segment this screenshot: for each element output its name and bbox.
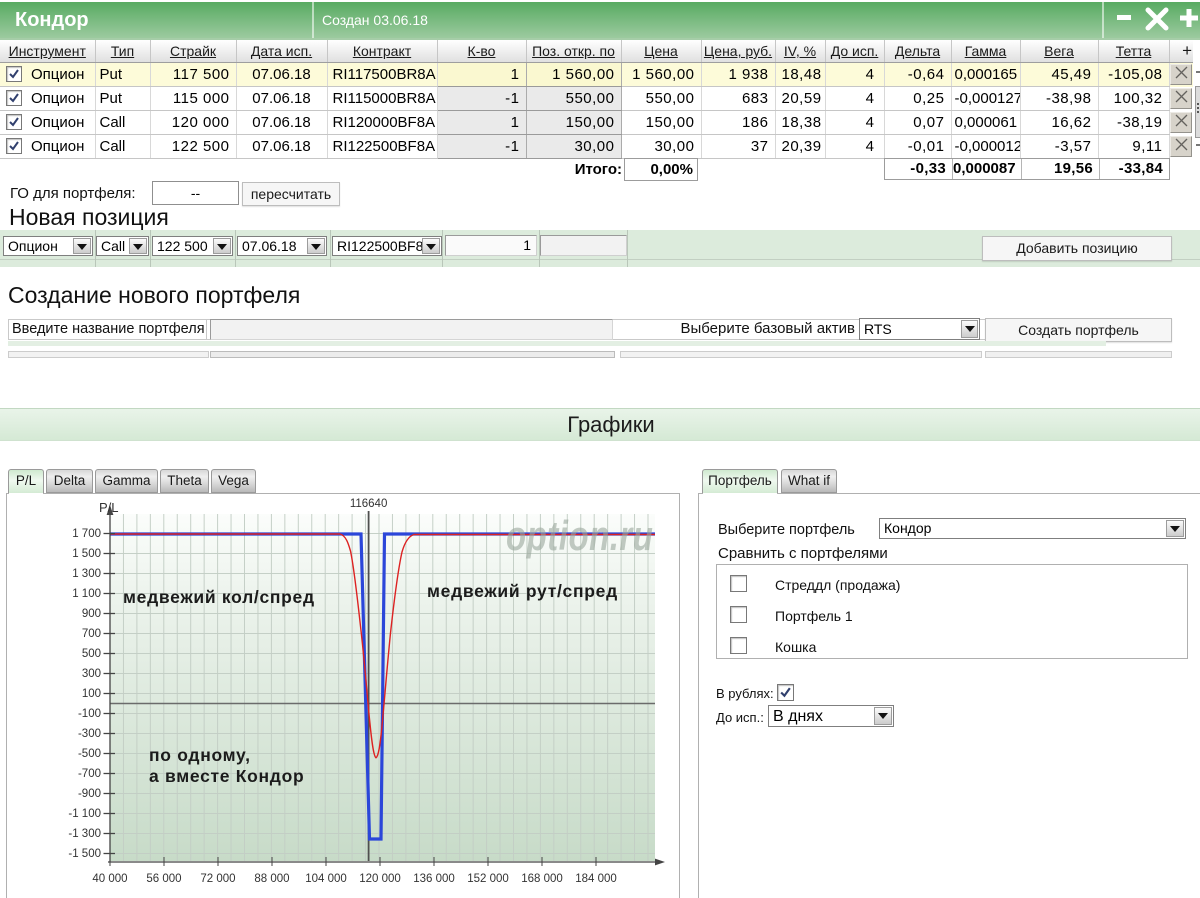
svg-text:104 000: 104 000 xyxy=(305,873,347,885)
svg-text:1 700: 1 700 xyxy=(72,528,101,540)
svg-text:300: 300 xyxy=(82,668,101,680)
svg-text:900: 900 xyxy=(82,608,101,620)
svg-text:-1 300: -1 300 xyxy=(68,828,101,840)
svg-text:-100: -100 xyxy=(78,708,101,720)
svg-text:медвежий рут/спред: медвежий рут/спред xyxy=(427,581,618,601)
svg-text:116640: 116640 xyxy=(350,498,388,510)
svg-text:-300: -300 xyxy=(78,728,101,740)
svg-text:184 000: 184 000 xyxy=(575,873,617,885)
svg-text:168 000: 168 000 xyxy=(521,873,563,885)
svg-text:100: 100 xyxy=(82,688,101,700)
svg-text:120 000: 120 000 xyxy=(359,873,401,885)
svg-text:а вместе Кондор: а вместе Кондор xyxy=(149,766,304,786)
svg-text:медвежий кол/спред: медвежий кол/спред xyxy=(123,587,315,607)
svg-text:56 000: 56 000 xyxy=(146,873,181,885)
svg-text:152 000: 152 000 xyxy=(467,873,509,885)
svg-text:88 000: 88 000 xyxy=(254,873,289,885)
svg-text:500: 500 xyxy=(82,648,101,660)
svg-text:136 000: 136 000 xyxy=(413,873,455,885)
svg-text:P/L: P/L xyxy=(99,500,119,515)
svg-text:72 000: 72 000 xyxy=(200,873,235,885)
svg-text:-900: -900 xyxy=(78,788,101,800)
svg-text:700: 700 xyxy=(82,628,101,640)
svg-text:1 500: 1 500 xyxy=(72,548,101,560)
svg-text:-1 500: -1 500 xyxy=(68,848,101,860)
svg-text:option.ru: option.ru xyxy=(506,512,653,558)
svg-text:-500: -500 xyxy=(78,748,101,760)
svg-text:1 300: 1 300 xyxy=(72,568,101,580)
svg-text:1 100: 1 100 xyxy=(72,588,101,600)
svg-text:-1 100: -1 100 xyxy=(68,808,101,820)
svg-text:по одному,: по одному, xyxy=(149,745,251,765)
svg-text:-700: -700 xyxy=(78,768,101,780)
svg-text:40 000: 40 000 xyxy=(92,873,127,885)
